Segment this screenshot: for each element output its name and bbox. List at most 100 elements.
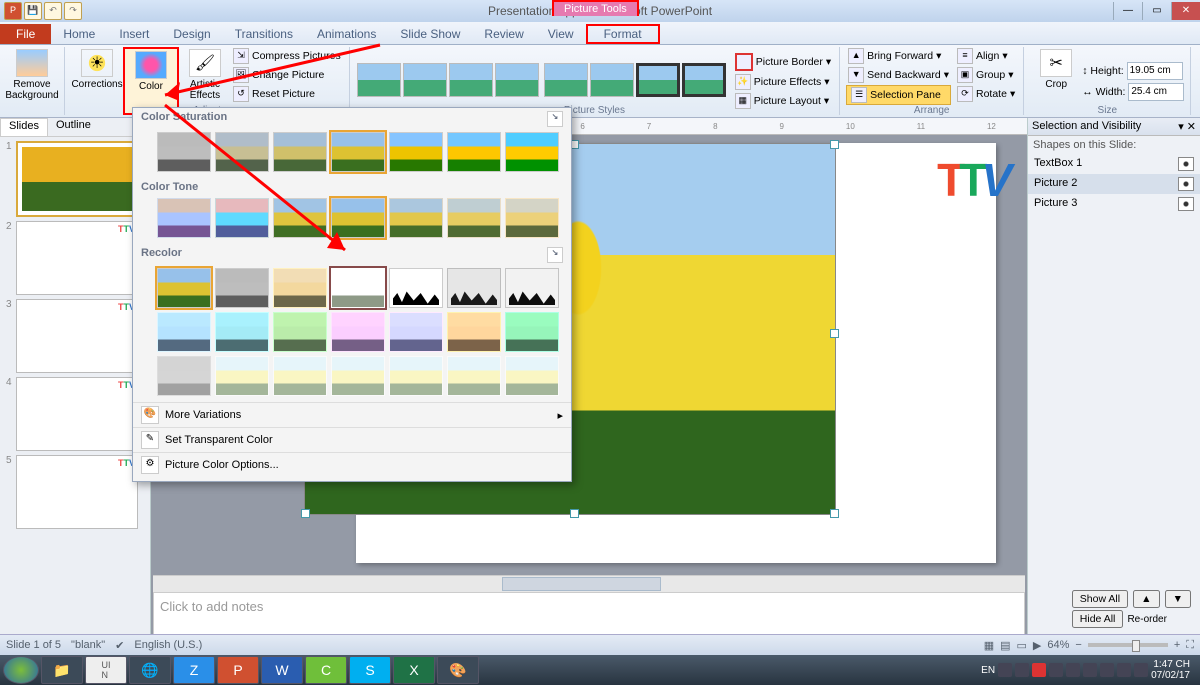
picture-border-button[interactable]: Picture Border ▾ bbox=[733, 52, 833, 72]
selection-pane-dropdown-icon[interactable]: ▾ ✕ bbox=[1178, 120, 1196, 133]
tab-file[interactable]: File bbox=[0, 24, 51, 44]
slideshow-view-icon[interactable]: ▶ bbox=[1033, 639, 1041, 652]
zoom-in-button[interactable]: + bbox=[1174, 639, 1180, 651]
redo-icon[interactable]: ↷ bbox=[64, 2, 82, 20]
swatch[interactable] bbox=[447, 268, 501, 308]
reset-picture-button[interactable]: ↺Reset Picture bbox=[231, 85, 343, 103]
swatch[interactable] bbox=[447, 356, 501, 396]
explorer-icon[interactable]: 📁 bbox=[41, 656, 83, 684]
lang-indicator[interactable]: EN bbox=[981, 665, 995, 676]
eye-icon[interactable] bbox=[1178, 157, 1194, 171]
swatch[interactable] bbox=[273, 268, 327, 308]
spell-icon[interactable]: ✔ bbox=[115, 639, 124, 652]
move-up-button[interactable]: ▲ bbox=[1133, 590, 1159, 608]
fit-window-icon[interactable]: ⛶ bbox=[1186, 639, 1194, 652]
clock-time[interactable]: 1:47 CH bbox=[1151, 659, 1190, 670]
align-button[interactable]: ≡Align ▾ bbox=[955, 47, 1017, 65]
swatch[interactable] bbox=[215, 268, 269, 308]
launch-icon[interactable]: ↘ bbox=[547, 111, 563, 127]
swatch[interactable] bbox=[273, 132, 327, 172]
swatch-selected[interactable] bbox=[331, 132, 385, 172]
swatch[interactable] bbox=[157, 198, 211, 238]
swatch[interactable] bbox=[447, 312, 501, 352]
zoom-slider[interactable] bbox=[1088, 643, 1168, 647]
swatch[interactable] bbox=[389, 312, 443, 352]
compress-pictures-button[interactable]: ⇲Compress Pictures bbox=[231, 47, 343, 65]
shape-item-picture3[interactable]: Picture 3 bbox=[1028, 194, 1200, 214]
clock-date[interactable]: 07/02/17 bbox=[1151, 670, 1190, 681]
paint-icon[interactable]: 🎨 bbox=[437, 656, 479, 684]
swatch[interactable] bbox=[215, 356, 269, 396]
language-indicator[interactable]: English (U.S.) bbox=[134, 639, 202, 651]
normal-view-icon[interactable]: ▦ bbox=[984, 639, 994, 652]
swatch[interactable] bbox=[157, 132, 211, 172]
tab-format[interactable]: Format bbox=[586, 24, 660, 44]
tab-animations[interactable]: Animations bbox=[305, 24, 388, 44]
tab-home[interactable]: Home bbox=[51, 24, 107, 44]
skype-icon[interactable]: S bbox=[349, 656, 391, 684]
swatch[interactable] bbox=[215, 198, 269, 238]
slide-thumb-3[interactable]: 3TTV bbox=[6, 299, 144, 373]
swatch[interactable] bbox=[273, 198, 327, 238]
coccoc-icon[interactable]: C bbox=[305, 656, 347, 684]
shape-item-picture2[interactable]: Picture 2 bbox=[1028, 174, 1200, 194]
swatch[interactable] bbox=[505, 356, 559, 396]
swatch[interactable] bbox=[447, 132, 501, 172]
save-icon[interactable]: 💾 bbox=[24, 2, 42, 20]
hide-all-button[interactable]: Hide All bbox=[1072, 610, 1124, 628]
swatch[interactable] bbox=[505, 198, 559, 238]
tab-view[interactable]: View bbox=[536, 24, 586, 44]
slides-tab[interactable]: Slides bbox=[0, 118, 48, 136]
powerpoint-icon[interactable]: P bbox=[217, 656, 259, 684]
unikey-icon[interactable]: UIN bbox=[85, 656, 127, 684]
close-button[interactable]: ✕ bbox=[1171, 2, 1200, 20]
show-all-button[interactable]: Show All bbox=[1072, 590, 1128, 608]
launch-icon[interactable]: ↘ bbox=[547, 247, 563, 263]
swatch[interactable] bbox=[505, 268, 559, 308]
swatch[interactable] bbox=[273, 356, 327, 396]
slide-thumb-5[interactable]: 5TTV bbox=[6, 455, 144, 529]
change-picture-button[interactable]: 🖼Change Picture bbox=[231, 66, 343, 84]
chrome-icon[interactable]: 🌐 bbox=[129, 656, 171, 684]
width-field[interactable]: ↔ Width: bbox=[1082, 83, 1184, 101]
color-options-item[interactable]: ⚙Picture Color Options... bbox=[133, 452, 571, 477]
set-transparent-item[interactable]: ✎Set Transparent Color bbox=[133, 427, 571, 452]
swatch-washout[interactable] bbox=[331, 268, 385, 308]
swatch[interactable] bbox=[215, 132, 269, 172]
outline-tab[interactable]: Outline bbox=[48, 118, 99, 136]
swatch[interactable] bbox=[389, 268, 443, 308]
tab-design[interactable]: Design bbox=[161, 24, 222, 44]
slide-thumb-2[interactable]: 2TTV bbox=[6, 221, 144, 295]
swatch[interactable] bbox=[505, 312, 559, 352]
excel-icon[interactable]: X bbox=[393, 656, 435, 684]
start-button[interactable] bbox=[3, 656, 39, 684]
eye-icon[interactable] bbox=[1178, 197, 1194, 211]
tab-insert[interactable]: Insert bbox=[107, 24, 161, 44]
reading-view-icon[interactable]: ▭ bbox=[1017, 639, 1027, 652]
zoom-level[interactable]: 64% bbox=[1047, 639, 1069, 651]
move-down-button[interactable]: ▼ bbox=[1165, 590, 1191, 608]
swatch-selected[interactable] bbox=[331, 198, 385, 238]
height-field[interactable]: ↕ Height: bbox=[1082, 62, 1184, 80]
rotate-button[interactable]: ⟳Rotate ▾ bbox=[955, 85, 1017, 103]
swatch[interactable] bbox=[157, 312, 211, 352]
maximize-button[interactable]: ▭ bbox=[1142, 2, 1171, 20]
sorter-view-icon[interactable]: ▤ bbox=[1000, 639, 1010, 652]
remove-background-button[interactable]: Remove Background bbox=[6, 47, 58, 115]
swatch[interactable] bbox=[389, 132, 443, 172]
group-button[interactable]: ▣Group ▾ bbox=[955, 66, 1017, 84]
undo-icon[interactable]: ↶ bbox=[44, 2, 62, 20]
swatch[interactable] bbox=[215, 312, 269, 352]
slide-thumb-1[interactable]: 1 bbox=[6, 141, 144, 217]
notes-pane[interactable]: Click to add notes bbox=[153, 592, 1025, 634]
minimize-button[interactable]: — bbox=[1113, 2, 1142, 20]
tab-slideshow[interactable]: Slide Show bbox=[388, 24, 472, 44]
tab-transitions[interactable]: Transitions bbox=[223, 24, 305, 44]
selection-pane-button[interactable]: ☰Selection Pane bbox=[846, 85, 951, 105]
tab-review[interactable]: Review bbox=[472, 24, 535, 44]
swatch[interactable] bbox=[331, 312, 385, 352]
bring-forward-button[interactable]: ▲Bring Forward ▾ bbox=[846, 47, 951, 65]
slide-thumb-4[interactable]: 4TTV bbox=[6, 377, 144, 451]
swatch[interactable] bbox=[331, 356, 385, 396]
swatch[interactable] bbox=[389, 356, 443, 396]
